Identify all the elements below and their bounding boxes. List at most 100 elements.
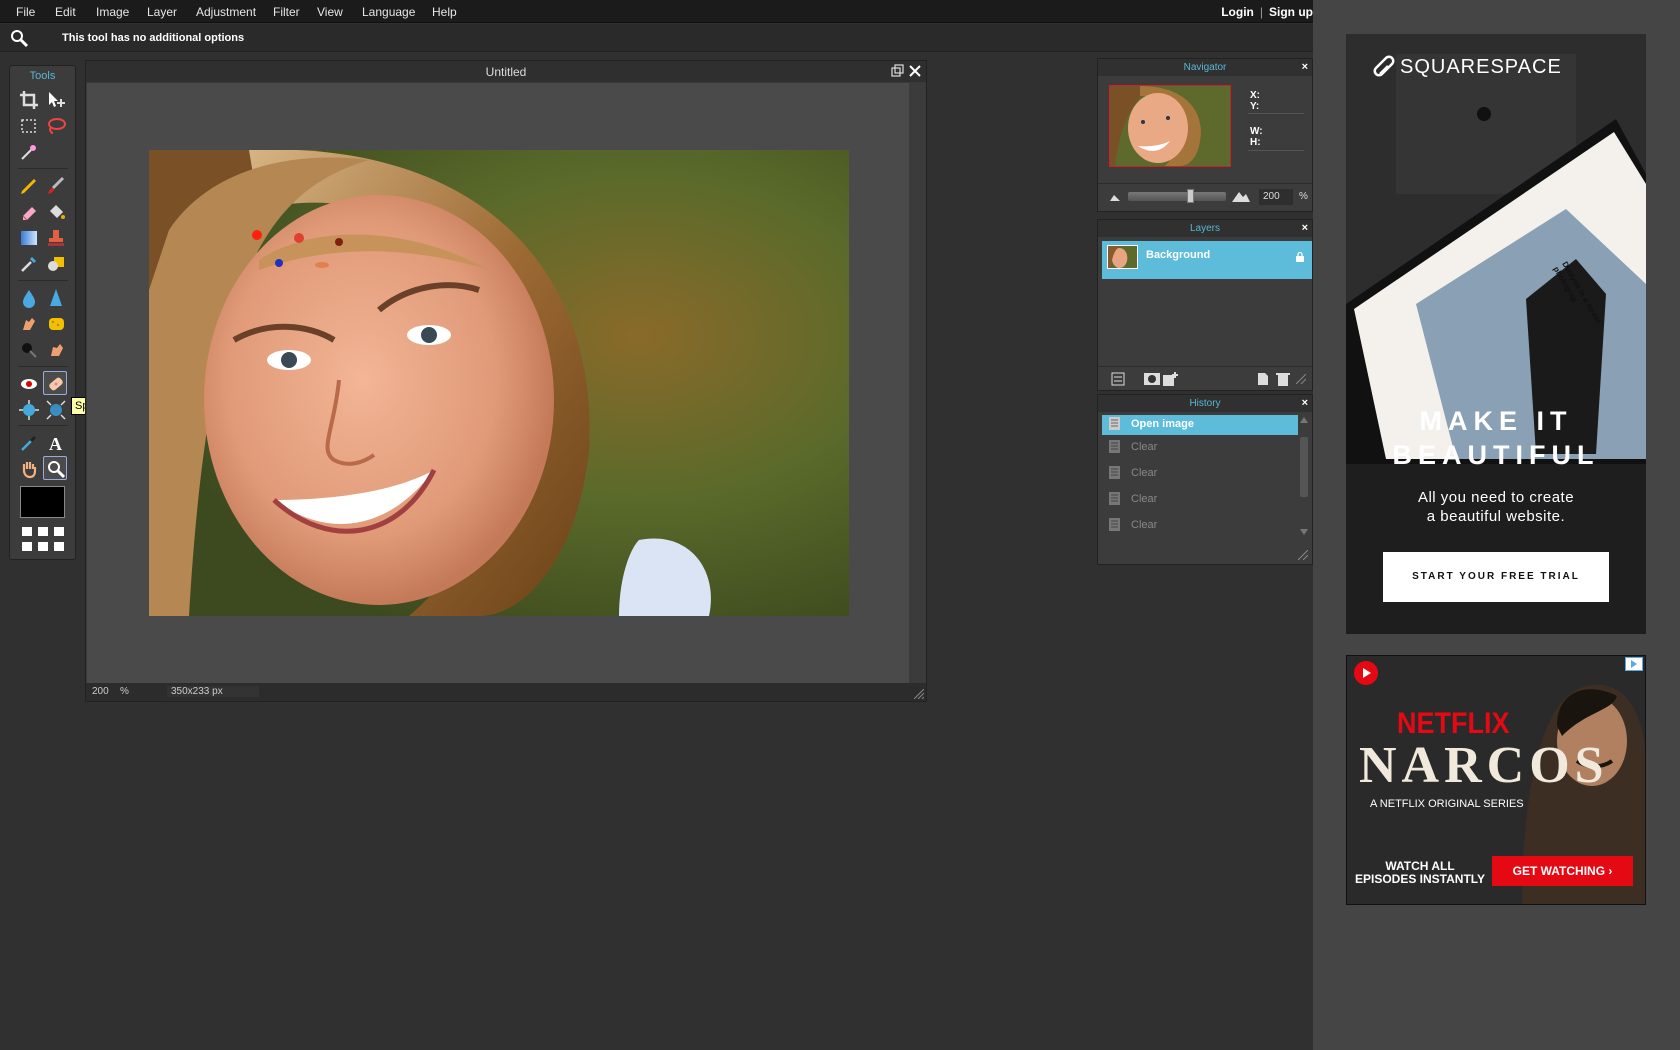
- spot-heal-tool-icon[interactable]: [43, 371, 67, 395]
- history-resize-grip-icon[interactable]: [1298, 550, 1308, 560]
- scroll-up-icon[interactable]: [1300, 417, 1308, 423]
- gradient-tool-icon[interactable]: [17, 226, 41, 250]
- photo-canvas[interactable]: [149, 150, 849, 616]
- shape-tool-icon[interactable]: [44, 252, 68, 276]
- zoom-tool-icon[interactable]: [43, 456, 67, 480]
- layers-footer: [1098, 366, 1312, 390]
- menu-edit[interactable]: Edit: [55, 5, 76, 19]
- layer-adjust-icon[interactable]: [1163, 372, 1179, 386]
- clone-stamp-tool-icon[interactable]: [44, 226, 68, 250]
- y-label: Y:: [1250, 101, 1260, 112]
- history-step-icon: [1109, 466, 1120, 479]
- squarespace-logo-icon: [1373, 55, 1395, 77]
- menu-view[interactable]: View: [317, 5, 343, 19]
- move-tool-icon[interactable]: [44, 88, 68, 112]
- history-item-label: Open image: [1131, 418, 1194, 430]
- paint-bucket-tool-icon[interactable]: [44, 200, 68, 224]
- close-window-icon[interactable]: [908, 64, 922, 78]
- navigator-panel: Navigator × X: Y: W: H: 200 %: [1097, 58, 1313, 212]
- layer-mask-icon[interactable]: [1144, 372, 1160, 386]
- resize-grip-icon[interactable]: [914, 689, 924, 699]
- history-item-label: Clear: [1131, 441, 1158, 453]
- zoom-in-icon[interactable]: [1231, 189, 1251, 203]
- menu-image[interactable]: Image: [96, 5, 129, 19]
- crop-tool-icon[interactable]: [17, 88, 41, 112]
- tool-divider: [18, 168, 68, 169]
- zoom-level-field[interactable]: 200: [92, 686, 109, 697]
- history-scroll-thumb[interactable]: [1300, 437, 1308, 497]
- navigator-thumbnail[interactable]: [1109, 85, 1231, 167]
- signup-link[interactable]: Sign up: [1269, 5, 1313, 19]
- history-close-icon[interactable]: ×: [1302, 397, 1308, 409]
- hand-tool-icon[interactable]: [17, 457, 41, 481]
- ad-choices-icon[interactable]: [1625, 657, 1643, 671]
- color-replace-tool-icon[interactable]: [17, 252, 41, 276]
- zoom-slider[interactable]: [1128, 189, 1226, 203]
- scroll-down-icon[interactable]: [1300, 529, 1308, 535]
- history-scrollbar[interactable]: [1298, 415, 1310, 537]
- ad-subtitle-line1: All you need to create: [1417, 489, 1575, 506]
- color-picker-tool-icon[interactable]: [17, 431, 41, 455]
- menu-adjustment[interactable]: Adjustment: [196, 5, 256, 19]
- history-item[interactable]: Clear: [1102, 487, 1298, 513]
- pencil-tool-icon[interactable]: [17, 174, 41, 198]
- lasso-tool-icon[interactable]: [44, 114, 68, 138]
- delete-layer-icon[interactable]: [1275, 372, 1291, 386]
- magic-wand-tool-icon[interactable]: [17, 140, 41, 164]
- history-step-icon: [1109, 518, 1120, 531]
- login-link[interactable]: Login: [1221, 5, 1254, 19]
- netflix-ad[interactable]: NETFLIX NARCOS A NETFLIX ORIGINAL SERIES…: [1346, 655, 1646, 905]
- history-step-icon: [1109, 440, 1120, 453]
- blur-tool-icon[interactable]: [17, 286, 41, 310]
- menu-help[interactable]: Help: [432, 5, 457, 19]
- bloat-tool-icon[interactable]: [17, 398, 41, 422]
- layers-resize-grip-icon[interactable]: [1296, 374, 1306, 384]
- navigator-close-icon[interactable]: ×: [1302, 61, 1308, 73]
- auth-links: Login | Sign up: [1221, 5, 1313, 19]
- layer-item-background[interactable]: Background: [1102, 241, 1312, 279]
- history-item[interactable]: Clear: [1102, 435, 1298, 461]
- history-item[interactable]: Open image: [1102, 415, 1298, 435]
- history-item[interactable]: Clear: [1102, 461, 1298, 487]
- restore-window-icon[interactable]: [891, 64, 905, 78]
- burn-tool-icon[interactable]: [17, 338, 41, 362]
- get-watching-button[interactable]: GET WATCHING ›: [1492, 856, 1633, 886]
- zoom-out-icon[interactable]: [1109, 192, 1121, 202]
- new-layer-icon[interactable]: [1255, 372, 1271, 386]
- red-eye-tool-icon[interactable]: [17, 372, 41, 396]
- navigator-zoom-row: 200 %: [1098, 183, 1312, 209]
- squarespace-ad[interactable]: SQUARESPACE Dwayne is a street photograp…: [1346, 34, 1646, 634]
- layer-name: Background: [1146, 249, 1211, 261]
- auth-separator: |: [1259, 5, 1263, 19]
- menu-bar: File Edit Image Layer Adjustment Filter …: [0, 0, 1313, 23]
- menu-language[interactable]: Language: [362, 5, 415, 19]
- foreground-color-swatch[interactable]: [20, 486, 65, 518]
- history-step-icon: [1109, 417, 1120, 430]
- menu-file[interactable]: File: [16, 5, 35, 19]
- x-label: X:: [1250, 90, 1260, 101]
- get-watching-label: GET WATCHING: [1512, 864, 1606, 878]
- canvas-area[interactable]: [87, 83, 909, 683]
- sharpen-tool-icon[interactable]: [44, 286, 68, 310]
- type-tool-icon[interactable]: A: [44, 431, 68, 455]
- marquee-tool-icon[interactable]: [17, 114, 41, 138]
- menu-layer[interactable]: Layer: [147, 5, 177, 19]
- layers-close-icon[interactable]: ×: [1302, 222, 1308, 234]
- brush-tool-icon[interactable]: [44, 174, 68, 198]
- eraser-tool-icon[interactable]: [17, 200, 41, 224]
- history-item-label: Clear: [1131, 467, 1158, 479]
- navigator-zoom-input[interactable]: 200: [1259, 189, 1293, 205]
- sponge-tool-icon[interactable]: [44, 312, 68, 336]
- play-icon[interactable]: [1354, 661, 1378, 685]
- menu-filter[interactable]: Filter: [273, 5, 300, 19]
- history-list: Open image Clear Clear Clear Clear: [1102, 415, 1298, 537]
- zoom-slider-knob[interactable]: [1187, 189, 1194, 203]
- layer-styles-icon[interactable]: [1110, 372, 1126, 386]
- history-item[interactable]: Clear: [1102, 513, 1298, 537]
- pinch-tool-icon[interactable]: [44, 398, 68, 422]
- ad-cta-button[interactable]: START YOUR FREE TRIAL: [1383, 552, 1609, 602]
- canvas-vertical-scrollbar[interactable]: [909, 83, 925, 683]
- dodge-tool-icon[interactable]: [44, 338, 68, 362]
- panel-layout-icon[interactable]: [20, 524, 66, 554]
- smudge-tool-icon[interactable]: [17, 312, 41, 336]
